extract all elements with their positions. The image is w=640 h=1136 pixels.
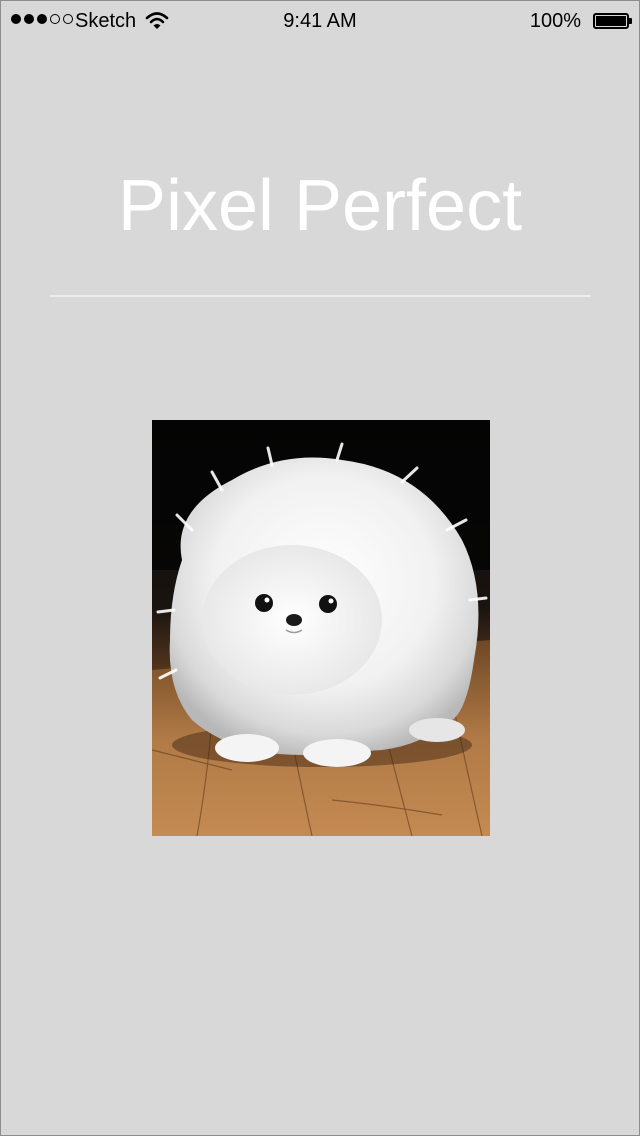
battery-percentage: 100% <box>529 10 581 32</box>
puppy-photo <box>152 420 490 836</box>
title-divider <box>50 295 591 297</box>
puppy-image <box>152 420 490 836</box>
status-bar: Sketch 9:41 AM 100% <box>1 1 639 41</box>
battery-icon <box>593 13 632 29</box>
page-title: Pixel Perfect <box>117 166 523 246</box>
phone-screen: Sketch 9:41 AM 100% Pixel Perfect <box>0 0 640 1136</box>
